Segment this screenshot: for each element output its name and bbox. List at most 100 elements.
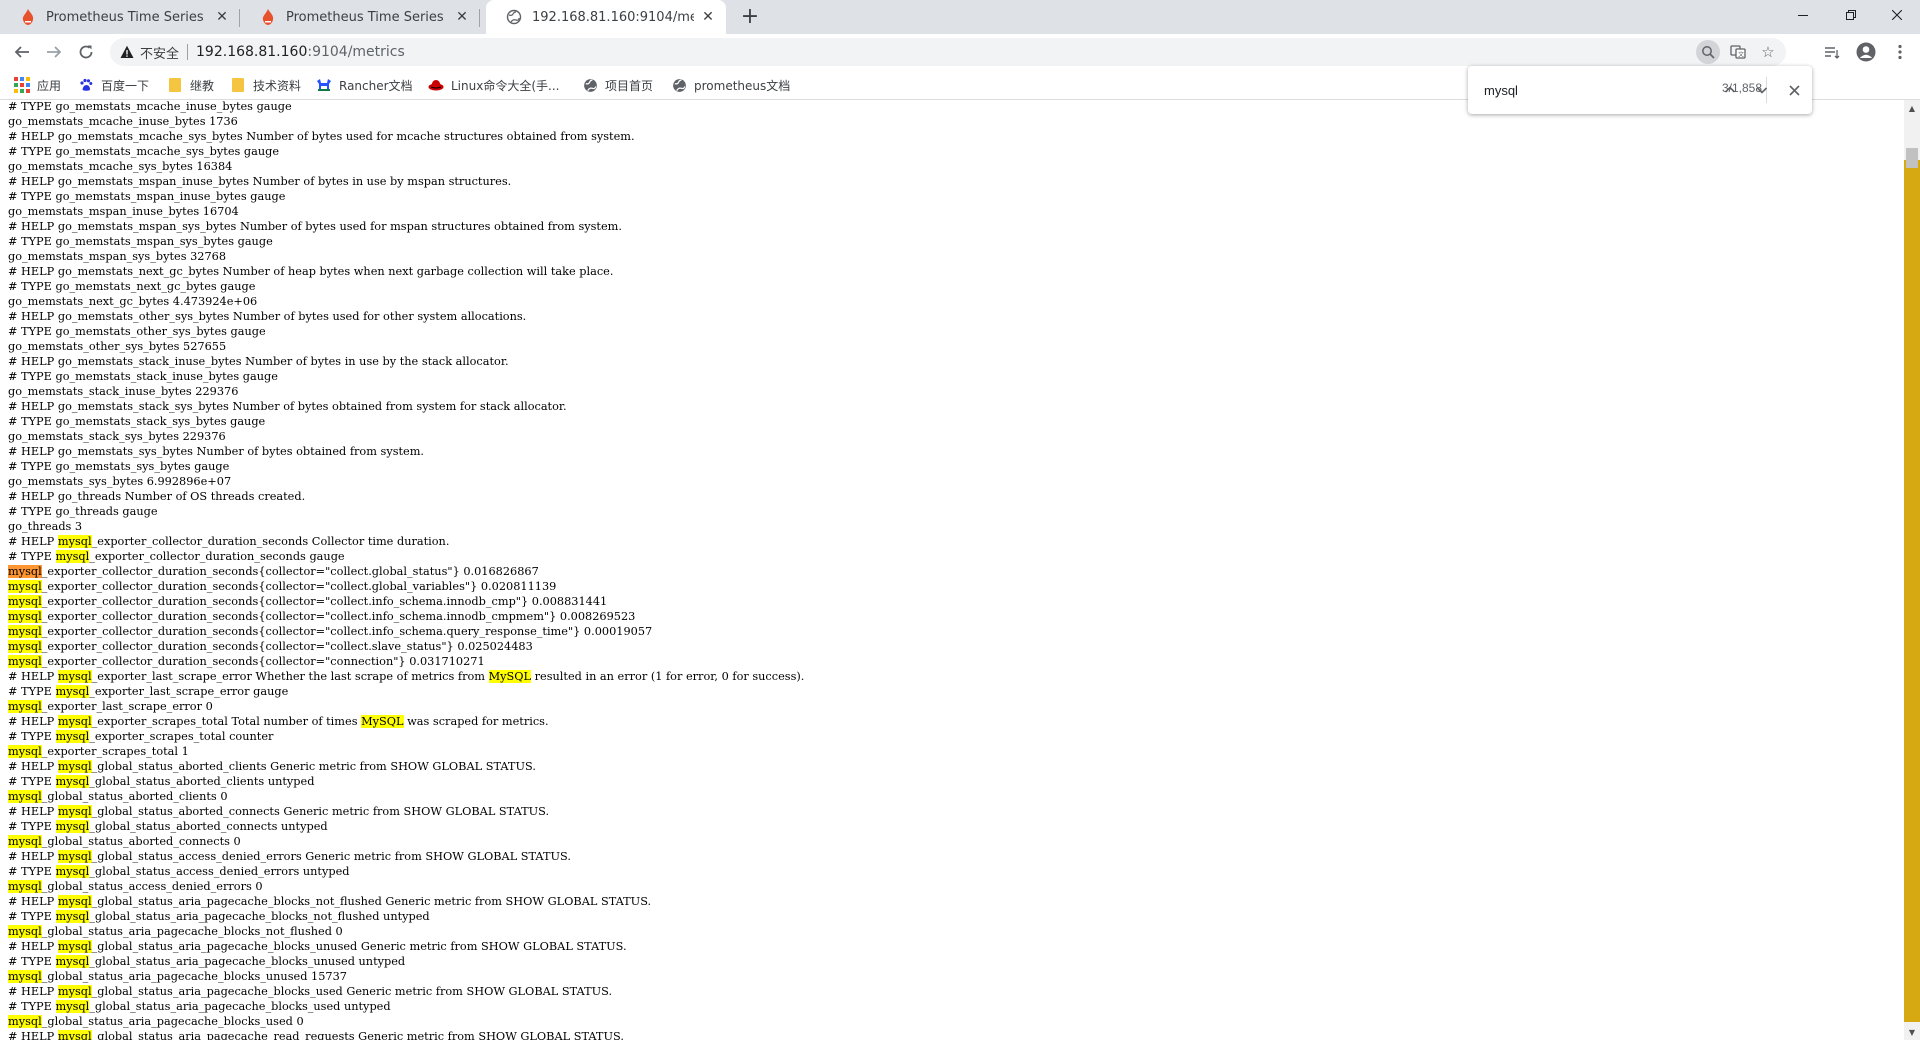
reload-button[interactable]: [72, 38, 100, 66]
find-close-button[interactable]: [1782, 78, 1806, 102]
tab-metrics[interactable]: 192.168.81.160:9104/metrics ✕: [486, 0, 726, 34]
metrics-line: # HELP mysql_global_status_aborted_clien…: [8, 760, 536, 773]
scrollbar-thumb[interactable]: [1906, 148, 1918, 168]
bookmark-folder-tech[interactable]: 技术资料: [230, 74, 301, 96]
metrics-line: go_memstats_mspan_sys_bytes 32768: [8, 250, 227, 263]
bookmark-linux[interactable]: Linux命令大全(手...: [428, 74, 559, 96]
restore-button[interactable]: [1828, 0, 1874, 30]
find-match-highlight: mysql: [55, 775, 90, 788]
metrics-line: # HELP mysql_exporter_collector_duration…: [8, 535, 450, 548]
bookmark-prometheus-docs[interactable]: prometheus文档: [671, 74, 790, 96]
metrics-line: go_memstats_mcache_sys_bytes 16384: [8, 160, 233, 173]
metrics-line: mysql_exporter_collector_duration_second…: [8, 595, 608, 608]
find-match-highlight: mysql: [55, 550, 90, 563]
metrics-line: mysql_exporter_collector_duration_second…: [8, 655, 485, 668]
metrics-line: # HELP go_memstats_mspan_sys_bytes Numbe…: [8, 220, 622, 233]
translate-icon[interactable]: 文: [1726, 40, 1750, 64]
rancher-icon: [316, 77, 332, 93]
find-previous-button[interactable]: [1718, 78, 1742, 102]
bookmark-folder-jijiao[interactable]: 继教: [167, 74, 214, 96]
url-host: 192.168.81.160: [196, 44, 308, 60]
bookmark-label: prometheus文档: [694, 78, 791, 93]
vertical-scrollbar[interactable]: ▲ ▼: [1904, 100, 1920, 1040]
metrics-line: go_threads 3: [8, 520, 83, 533]
find-next-button[interactable]: [1750, 78, 1774, 102]
find-match-highlight: mysql: [8, 640, 42, 653]
address-bar[interactable]: 不安全 192.168.81.160:9104/metrics 文 ☆: [110, 38, 1786, 66]
bookmark-baidu[interactable]: 百度一下: [78, 74, 149, 96]
folder-icon: [167, 77, 183, 93]
metrics-line: # TYPE mysql_global_status_aborted_clien…: [8, 775, 315, 788]
url-path: :9104/metrics: [307, 44, 405, 60]
star-icon[interactable]: ☆: [1756, 40, 1780, 64]
close-icon[interactable]: ✕: [454, 9, 470, 25]
bookmark-label: 技术资料: [253, 78, 302, 93]
bookmark-rancher[interactable]: Rancher文档: [316, 74, 413, 96]
scroll-down-arrow-icon[interactable]: ▼: [1904, 1024, 1920, 1040]
find-match-highlight: MySQL: [361, 715, 404, 728]
metrics-line: # HELP go_memstats_stack_sys_bytes Numbe…: [8, 400, 567, 413]
metrics-line: mysql_global_status_aria_pagecache_block…: [8, 970, 347, 983]
find-input[interactable]: [1484, 80, 1654, 100]
metrics-line: mysql_global_status_aria_pagecache_block…: [8, 925, 343, 938]
minimize-button[interactable]: [1780, 0, 1826, 30]
svg-text:文: 文: [1738, 51, 1744, 59]
metrics-line: mysql_exporter_collector_duration_second…: [8, 610, 636, 623]
metrics-line: # TYPE go_memstats_sys_bytes gauge: [8, 460, 230, 473]
metrics-line: mysql_exporter_collector_duration_second…: [8, 625, 653, 638]
metrics-line: # HELP mysql_exporter_last_scrape_error …: [8, 670, 805, 683]
url-text[interactable]: 192.168.81.160:9104/metrics: [196, 44, 405, 60]
metrics-line: # TYPE go_memstats_mspan_inuse_bytes gau…: [8, 190, 286, 203]
find-match-count: 3/1,858: [1721, 81, 1762, 95]
find-match-highlight: mysql: [8, 625, 42, 638]
find-match-highlight: mysql: [8, 595, 42, 608]
find-match-highlight: mysql: [57, 1030, 92, 1040]
globe-icon: [582, 77, 598, 93]
close-icon[interactable]: ✕: [700, 9, 716, 25]
bookmark-project-home[interactable]: 项目首页: [582, 74, 653, 96]
find-match-highlight: mysql: [57, 670, 92, 683]
forward-button[interactable]: [40, 38, 68, 66]
find-match-highlight: mysql: [55, 730, 90, 743]
metrics-text: # TYPE go_memstats_mcache_inuse_bytes ga…: [8, 100, 804, 1040]
metrics-line: # HELP go_memstats_mcache_sys_bytes Numb…: [8, 130, 635, 143]
find-match-highlight: mysql: [57, 535, 92, 548]
find-match-highlight: mysql: [55, 820, 90, 833]
metrics-line: mysql_exporter_collector_duration_second…: [8, 640, 533, 653]
find-match-highlight: mysql: [8, 790, 42, 803]
bookmark-label: 项目首页: [605, 78, 654, 93]
metrics-line: # TYPE go_memstats_stack_inuse_bytes gau…: [8, 370, 278, 383]
find-match-highlight: mysql: [55, 955, 90, 968]
warning-icon[interactable]: [118, 43, 136, 61]
zoom-icon[interactable]: [1696, 40, 1720, 64]
metrics-line: go_memstats_stack_inuse_bytes 229376: [8, 385, 239, 398]
metrics-line: go_memstats_sys_bytes 6.992896e+07: [8, 475, 232, 488]
find-match-highlight: mysql: [8, 970, 42, 983]
security-label[interactable]: 不安全: [140, 43, 179, 62]
close-window-button[interactable]: [1874, 0, 1920, 30]
close-icon[interactable]: ✕: [214, 9, 230, 25]
tab-prometheus-2[interactable]: Prometheus Time Series Collection and Pr…: [240, 0, 480, 34]
tab-prometheus-1[interactable]: Prometheus Time Series Collection and Pr…: [0, 0, 240, 34]
back-button[interactable]: [8, 38, 36, 66]
menu-button[interactable]: [1886, 38, 1914, 66]
metrics-line: mysql_exporter_collector_duration_second…: [8, 565, 539, 578]
metrics-line: mysql_global_status_aria_pagecache_block…: [8, 1015, 304, 1028]
find-match-highlight: mysql: [8, 610, 42, 623]
metrics-page: # TYPE go_memstats_mcache_inuse_bytes ga…: [0, 100, 1904, 1040]
prometheus-flame-icon: [20, 9, 36, 25]
find-match-highlight: mysql: [57, 985, 92, 998]
new-tab-button[interactable]: +: [738, 5, 762, 29]
metrics-line: mysql_global_status_aborted_clients 0: [8, 790, 228, 803]
find-match-highlight: mysql: [8, 880, 42, 893]
bookmark-apps[interactable]: 应用: [14, 74, 61, 96]
metrics-line: mysql_global_status_access_denied_errors…: [8, 880, 263, 893]
find-bar: 3/1,858: [1468, 66, 1812, 114]
find-match-highlight: mysql: [8, 835, 42, 848]
profile-avatar[interactable]: [1852, 38, 1880, 66]
reading-list-button[interactable]: [1818, 38, 1846, 66]
find-match-highlight: MySQL: [488, 670, 532, 683]
scroll-up-arrow-icon[interactable]: ▲: [1904, 100, 1920, 116]
find-match-highlight: mysql: [8, 925, 42, 938]
find-match-highlight: mysql: [55, 1000, 90, 1013]
